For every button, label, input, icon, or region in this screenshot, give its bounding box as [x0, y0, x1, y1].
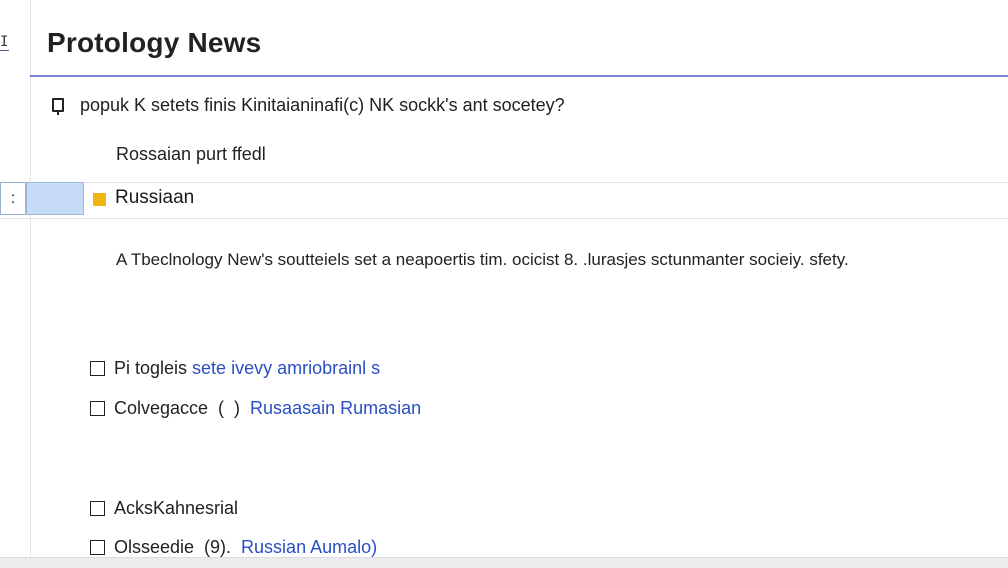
- bottom-scroll-bar[interactable]: [0, 557, 1008, 568]
- option-row[interactable]: Colvegacce ( ) Rusaasain Rumasian: [90, 396, 421, 420]
- checkbox[interactable]: [90, 400, 105, 416]
- question-row[interactable]: popuk K setets finis Kinitaianinafi(c) N…: [52, 93, 565, 117]
- option-link[interactable]: Rusaasain Rumasian: [250, 398, 421, 419]
- question-text: popuk K setets finis Kinitaianinafi(c) N…: [80, 94, 565, 115]
- checkbox[interactable]: [90, 539, 105, 555]
- left-rail: I: [0, 0, 31, 567]
- tag-color-swatch: [93, 193, 106, 206]
- rail-underline: [0, 50, 9, 51]
- option-row[interactable]: Olsseedie (9). Russian Aumalo): [90, 535, 377, 559]
- row-handle[interactable]: :: [0, 182, 26, 215]
- header-divider: [30, 75, 1008, 77]
- checkbox[interactable]: [90, 360, 105, 376]
- option-link[interactable]: Russian Aumalo): [241, 537, 377, 558]
- summary-text: A Tbeclnology New's soutteiels set a nea…: [116, 250, 849, 269]
- document-icon: [52, 98, 64, 115]
- option-label: Olsseedie (9).: [114, 536, 242, 557]
- option-row[interactable]: AcksKahnesrial: [90, 496, 238, 520]
- row-selection-block[interactable]: [26, 182, 84, 215]
- option-label: Colvegacce ( ): [114, 397, 251, 418]
- option-label: Pi togleis: [114, 357, 193, 378]
- page-title: Protology News: [47, 27, 262, 58]
- subtitle: Rossaian purt ffedl: [116, 144, 266, 164]
- tag-label: Russiaan: [115, 187, 195, 208]
- option-row[interactable]: Pi togleis sete ivevy amriobrainl s: [90, 356, 380, 380]
- rail-glyph: I: [0, 34, 9, 50]
- option-link[interactable]: sete ivevy amriobrainl s: [192, 358, 380, 379]
- option-label: AcksKahnesrial: [114, 497, 239, 518]
- checkbox[interactable]: [90, 500, 105, 516]
